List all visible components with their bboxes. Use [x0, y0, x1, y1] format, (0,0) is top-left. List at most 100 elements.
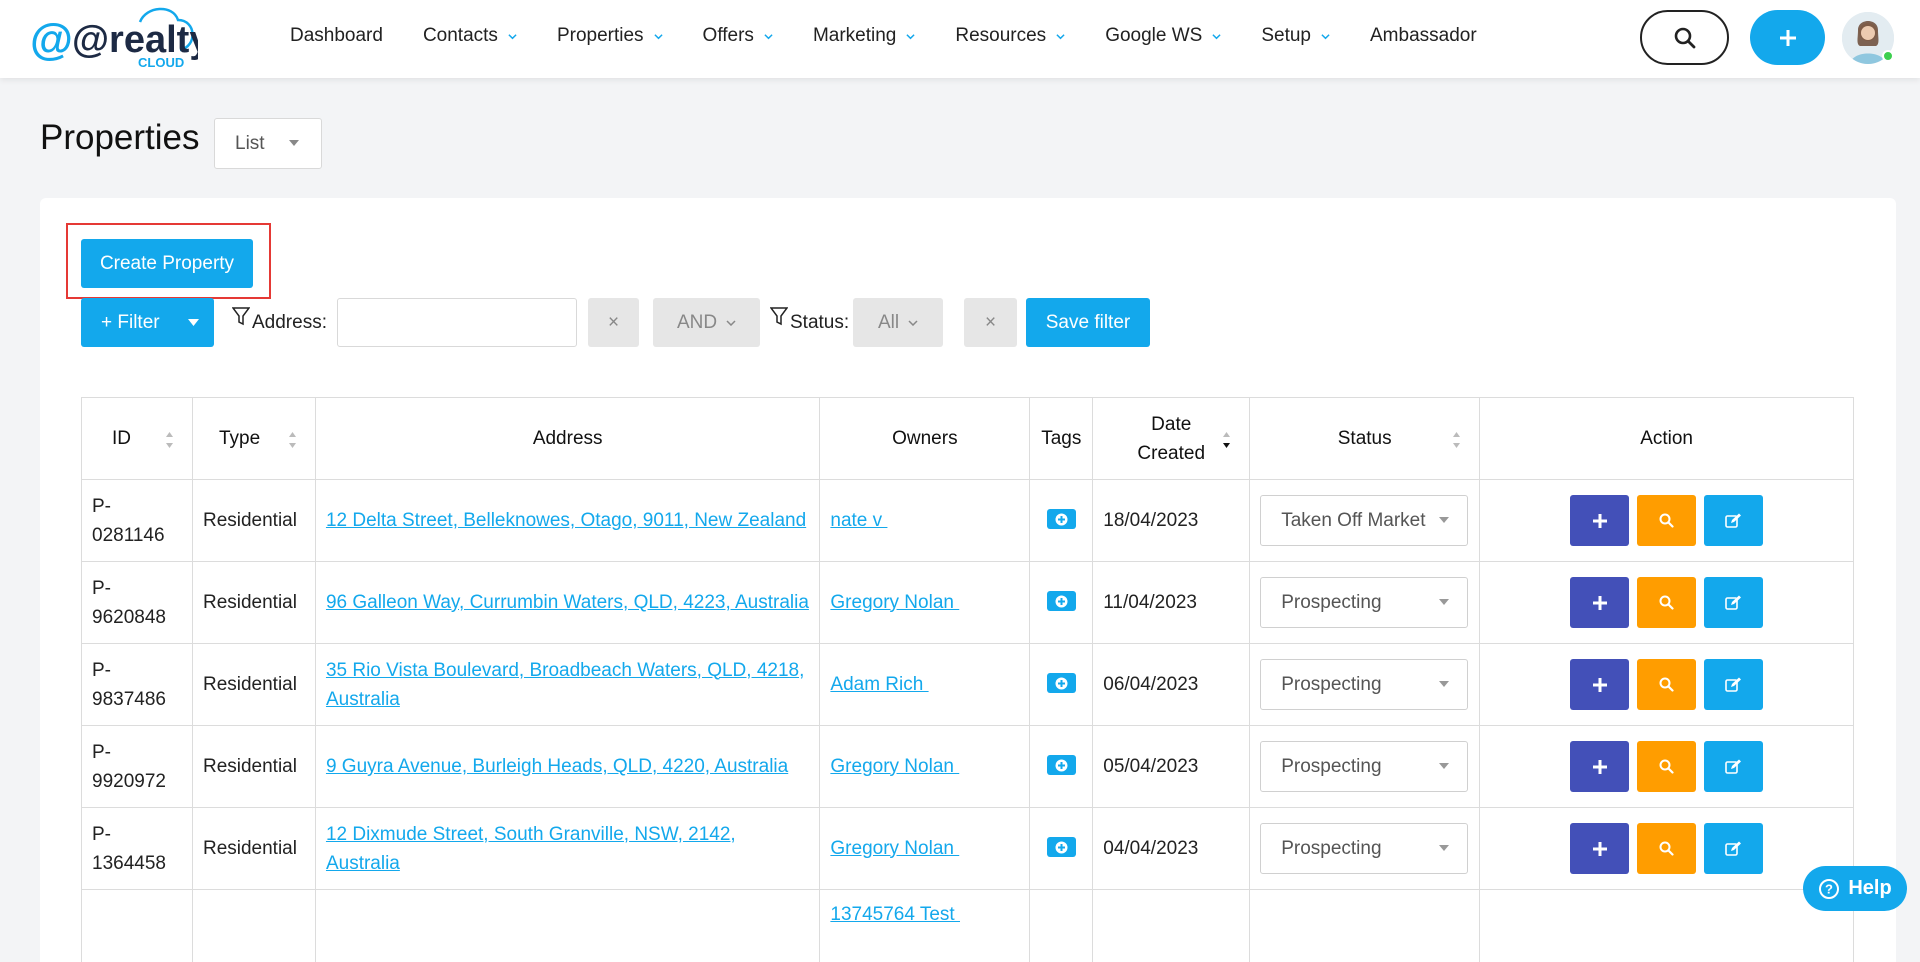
- funnel-icon: [232, 306, 250, 325]
- svg-text:@: @: [30, 15, 73, 64]
- nav-item-resources[interactable]: Resources: [935, 0, 1085, 72]
- nav-item-label: Google WS: [1105, 25, 1203, 46]
- property-address-link[interactable]: 35 Rio Vista Boulevard, Broadbeach Water…: [326, 660, 804, 710]
- plus-circle-icon: [1055, 759, 1068, 772]
- tags-cell: [1029, 725, 1094, 808]
- table-row: P- 1364458 Residential 12 Dixmude Street, S…: [81, 807, 1854, 890]
- plus-icon: [1592, 841, 1607, 856]
- status-dropdown[interactable]: Prospecting: [1260, 741, 1469, 792]
- edit-action-button[interactable]: [1704, 495, 1764, 546]
- search-icon: [1659, 677, 1674, 692]
- owner-link[interactable]: Adam Rich: [830, 674, 928, 695]
- nav-item-dashboard[interactable]: Dashboard: [270, 0, 403, 72]
- nav-item-properties[interactable]: Properties: [537, 0, 683, 72]
- owner-link[interactable]: 13745764 Test: [830, 904, 960, 925]
- tags-cell: [1029, 807, 1094, 890]
- owners-cell: Gregory Nolan: [819, 807, 1031, 890]
- owner-link[interactable]: Gregory Nolan: [830, 756, 959, 777]
- view-action-button[interactable]: [1637, 659, 1697, 710]
- owner-link[interactable]: nate v: [830, 510, 887, 531]
- edit-action-button[interactable]: [1704, 577, 1764, 628]
- plus-circle-icon: [1055, 513, 1068, 526]
- nav-item-label: Setup: [1261, 25, 1311, 46]
- help-button[interactable]: ? Help: [1803, 866, 1907, 911]
- edit-action-button[interactable]: [1704, 741, 1764, 792]
- property-id-cell: P- 9620848: [81, 561, 193, 644]
- add-action-button[interactable]: [1570, 659, 1630, 710]
- view-action-button[interactable]: [1637, 741, 1697, 792]
- view-action-button[interactable]: [1637, 577, 1697, 628]
- plus-icon: [1592, 595, 1607, 610]
- add-action-button[interactable]: [1570, 823, 1630, 874]
- status-cell: Prospecting: [1249, 725, 1481, 808]
- global-search-button[interactable]: [1640, 10, 1729, 65]
- search-icon: [1659, 513, 1674, 528]
- clear-status-button[interactable]: ×: [964, 298, 1017, 347]
- nav-item-contacts[interactable]: Contacts: [403, 0, 537, 72]
- column-header-tags: Tags: [1029, 397, 1094, 480]
- nav-item-google-ws[interactable]: Google WS: [1085, 0, 1241, 72]
- table-header-row: ID Type Address Owners Tags Date Created …: [81, 397, 1854, 480]
- svg-text:CLOUD: CLOUD: [138, 55, 184, 70]
- property-address-link[interactable]: 9 Guyra Avenue, Burleigh Heads, QLD, 422…: [326, 756, 788, 777]
- property-address-link[interactable]: 12 Dixmude Street, South Granville, NSW,…: [326, 824, 736, 874]
- action-cell: [1479, 561, 1854, 644]
- address-filter-input[interactable]: [337, 298, 577, 347]
- view-mode-select[interactable]: List: [214, 118, 322, 169]
- property-address-link[interactable]: 12 Delta Street, Belleknowes, Otago, 901…: [326, 510, 806, 531]
- add-filter-button[interactable]: + Filter: [81, 298, 214, 347]
- view-action-button[interactable]: [1637, 495, 1697, 546]
- owner-link[interactable]: Gregory Nolan: [830, 838, 959, 859]
- view-mode-value: List: [235, 132, 265, 154]
- view-action-button[interactable]: [1637, 823, 1697, 874]
- save-filter-button[interactable]: Save filter: [1026, 298, 1150, 347]
- sort-icon: [288, 432, 296, 448]
- nav-item-setup[interactable]: Setup: [1241, 0, 1350, 72]
- and-operator-select[interactable]: AND: [653, 298, 760, 347]
- edit-action-button[interactable]: [1704, 823, 1764, 874]
- create-property-button[interactable]: Create Property: [81, 239, 253, 288]
- status-dropdown[interactable]: Taken Off Market: [1260, 495, 1469, 546]
- column-header-date-created[interactable]: Date Created: [1092, 397, 1251, 480]
- app-logo[interactable]: @ @realty CLOUD: [28, 4, 210, 72]
- date-created-cell: 05/04/2023: [1092, 725, 1251, 808]
- edit-icon: [1725, 759, 1742, 774]
- tags-cell: [1029, 561, 1094, 644]
- status-dropdown[interactable]: Prospecting: [1260, 823, 1469, 874]
- add-tag-button[interactable]: [1046, 673, 1076, 694]
- add-action-button[interactable]: [1570, 577, 1630, 628]
- clear-address-button[interactable]: ×: [588, 298, 639, 347]
- column-header-type[interactable]: Type: [191, 397, 316, 480]
- nav-item-marketing[interactable]: Marketing: [793, 0, 935, 72]
- table-row: 13745764 Test: [81, 889, 1854, 962]
- plus-icon: [1592, 759, 1607, 774]
- nav-item-offers[interactable]: Offers: [683, 0, 793, 72]
- status-filter-select[interactable]: All: [853, 298, 943, 347]
- nav-item-label: Marketing: [812, 25, 897, 46]
- add-action-button[interactable]: [1570, 495, 1630, 546]
- add-tag-button[interactable]: [1046, 509, 1076, 530]
- address-filter-label: Address:: [232, 298, 327, 347]
- nav-item-label: Offers: [702, 25, 754, 46]
- owner-link[interactable]: Gregory Nolan: [830, 592, 959, 613]
- status-dropdown[interactable]: Prospecting: [1260, 577, 1469, 628]
- caret-down-icon: [289, 140, 299, 146]
- nav-item-ambassador[interactable]: Ambassador: [1350, 0, 1497, 72]
- add-tag-button[interactable]: [1046, 591, 1076, 612]
- status-cell: Prospecting: [1249, 807, 1481, 890]
- plus-icon: [1592, 677, 1607, 692]
- status-cell: Prospecting: [1249, 643, 1481, 726]
- status-dropdown[interactable]: Prospecting: [1260, 659, 1469, 710]
- column-header-id[interactable]: ID: [81, 397, 193, 480]
- chevron-down-icon: [1212, 33, 1221, 39]
- filter-dropdown-toggle[interactable]: [173, 298, 214, 347]
- add-tag-button[interactable]: [1046, 837, 1076, 858]
- add-tag-button[interactable]: [1046, 755, 1076, 776]
- quick-add-button[interactable]: [1750, 10, 1825, 65]
- edit-action-button[interactable]: [1704, 659, 1764, 710]
- column-header-status[interactable]: Status: [1249, 397, 1481, 480]
- property-address-link[interactable]: 96 Galleon Way, Currumbin Waters, QLD, 4…: [326, 592, 809, 613]
- add-action-button[interactable]: [1570, 741, 1630, 792]
- status-value: Prospecting: [1281, 673, 1382, 695]
- property-id-cell: P- 0281146: [81, 479, 193, 562]
